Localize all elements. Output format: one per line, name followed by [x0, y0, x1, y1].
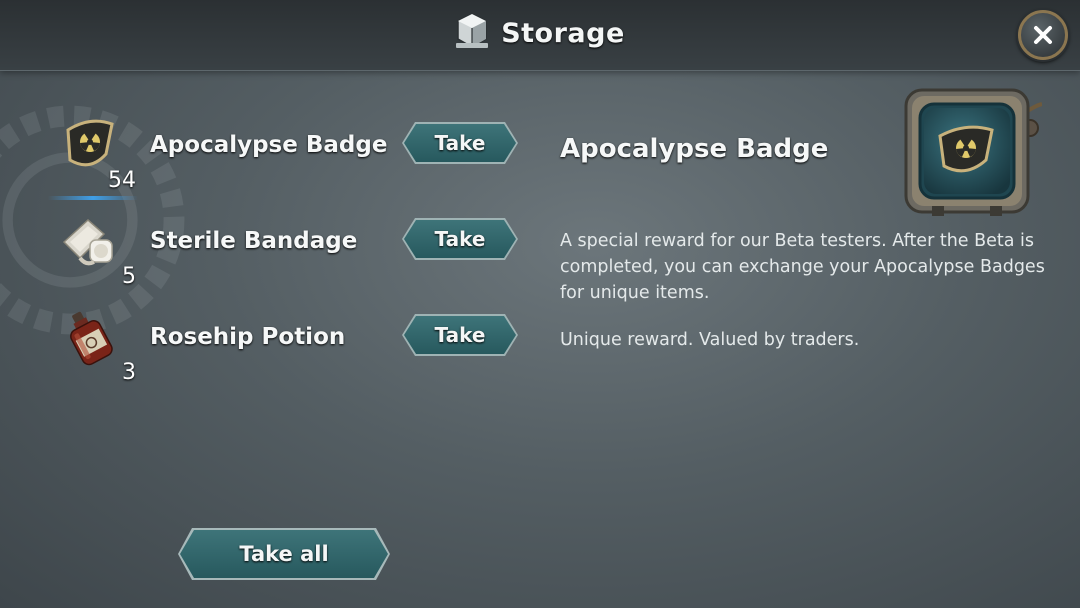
item-preview-monitor: [902, 86, 1043, 221]
sterile-bandage-icon: [60, 212, 120, 272]
selection-indicator: [48, 196, 138, 200]
item-count: 3: [122, 360, 136, 385]
close-button[interactable]: [1018, 10, 1068, 60]
take-button[interactable]: Take: [404, 124, 516, 162]
item-name: Sterile Bandage: [150, 228, 358, 254]
take-button[interactable]: Take: [404, 220, 516, 258]
apocalypse-badge-icon: [60, 116, 120, 176]
list-item[interactable]: 54 Apocalypse Badge Take: [0, 116, 540, 206]
take-all-button[interactable]: Take all: [180, 530, 388, 578]
item-count: 54: [108, 168, 136, 193]
detail-title: Apocalypse Badge: [560, 134, 829, 164]
item-name: Apocalypse Badge: [150, 132, 388, 158]
rosehip-potion-icon: [60, 308, 120, 368]
page-title: Storage: [501, 17, 625, 49]
storage-box-icon: [455, 12, 489, 54]
item-count: 5: [122, 264, 136, 289]
list-item[interactable]: 5 Sterile Bandage Take: [0, 212, 540, 302]
take-button[interactable]: Take: [404, 316, 516, 354]
header-bar: Storage: [0, 0, 1080, 71]
detail-description: A special reward for our Beta testers. A…: [560, 231, 1045, 303]
detail-note: Unique reward. Valued by traders.: [560, 330, 860, 350]
close-icon: [1034, 26, 1052, 44]
title-group: Storage: [0, 12, 1080, 54]
item-name: Rosehip Potion: [150, 324, 346, 350]
list-item[interactable]: 3 Rosehip Potion Take: [0, 308, 540, 398]
